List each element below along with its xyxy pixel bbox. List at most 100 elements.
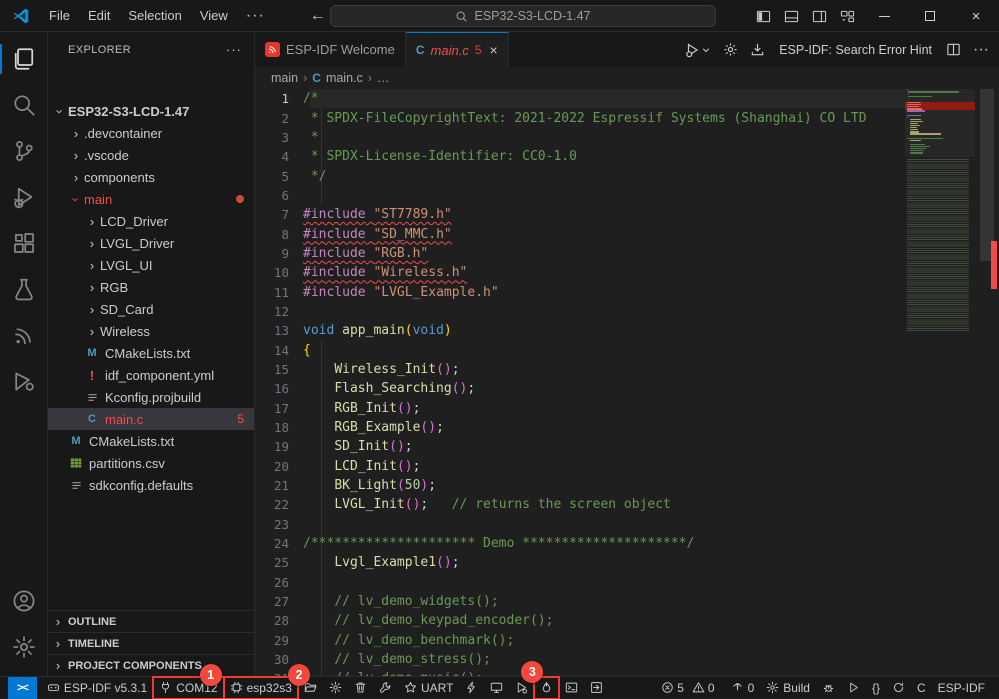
line-number[interactable]: 18: [255, 420, 303, 435]
explorer-more-button[interactable]: ···: [226, 42, 242, 57]
breadcrumb-folder[interactable]: main: [271, 71, 298, 85]
tree-item-esp32-s3-lcd-1-47[interactable]: ›ESP32-S3-LCD-1.47: [48, 100, 254, 122]
status-monitor-device[interactable]: [484, 677, 509, 699]
layout-grid-icon[interactable]: [833, 0, 861, 32]
section-outline[interactable]: ›OUTLINE: [48, 610, 254, 632]
status-flash-method[interactable]: UART: [398, 677, 459, 699]
line-number[interactable]: 6: [255, 188, 303, 203]
code-line[interactable]: 1/*: [255, 89, 999, 108]
line-number[interactable]: 16: [255, 381, 303, 396]
line-number[interactable]: 19: [255, 439, 303, 454]
code-line[interactable]: 26: [255, 573, 999, 592]
code-line[interactable]: 5 */: [255, 166, 999, 185]
code-line[interactable]: 23: [255, 515, 999, 534]
line-number[interactable]: 24: [255, 536, 303, 551]
scrollbar-thumb[interactable]: [980, 89, 994, 261]
line-number[interactable]: 5: [255, 169, 303, 184]
tab-esp-idf-welcome[interactable]: ESP-IDF Welcome: [255, 32, 406, 67]
gear-icon[interactable]: [719, 38, 742, 62]
breadcrumb[interactable]: main › C main.c › …: [255, 67, 999, 89]
line-number[interactable]: 2: [255, 111, 303, 126]
code-line[interactable]: 19 SD_Init();: [255, 437, 999, 456]
code-line[interactable]: 2 * SPDX-FileCopyrightText: 2021-2022 Es…: [255, 108, 999, 127]
panel-bottom-icon[interactable]: [777, 0, 805, 32]
menu-selection[interactable]: Selection: [119, 0, 190, 32]
code-line[interactable]: 24/********************* Demo **********…: [255, 534, 999, 553]
code-line[interactable]: 8#include "SD_MMC.h": [255, 224, 999, 243]
status-run-task[interactable]: [841, 677, 866, 699]
status-build-wrench[interactable]: [373, 677, 398, 699]
tree-item-main-c[interactable]: Cmain.c5: [48, 408, 254, 430]
code-line[interactable]: 21 BK_Light(50);: [255, 476, 999, 495]
line-number[interactable]: 12: [255, 304, 303, 319]
breadcrumb-file[interactable]: main.c: [326, 71, 363, 85]
code-line[interactable]: 14{: [255, 340, 999, 359]
code-line[interactable]: 27 // lv_demo_widgets();: [255, 592, 999, 611]
section-project-components[interactable]: ›PROJECT COMPONENTS: [48, 654, 254, 676]
explorer-icon[interactable]: [0, 36, 47, 82]
code-line[interactable]: 6: [255, 186, 999, 205]
tree-item-main[interactable]: ›main: [48, 188, 254, 210]
code-line[interactable]: 9#include "RGB.h": [255, 244, 999, 263]
code-line[interactable]: 31 // lv_demo_music();: [255, 669, 999, 676]
code-line[interactable]: 25 Lvgl_Example1();: [255, 553, 999, 572]
status-flash[interactable]: [459, 677, 484, 699]
tree-item-lcd-driver[interactable]: ›LCD_Driver: [48, 210, 254, 232]
testing-icon[interactable]: [0, 266, 47, 312]
status-build-flash-monitor[interactable]: 3: [534, 677, 559, 699]
line-number[interactable]: 21: [255, 478, 303, 493]
status-problems[interactable]: 50: [655, 677, 724, 699]
status-language-mode[interactable]: C: [911, 677, 932, 699]
tree-item-components[interactable]: ›components: [48, 166, 254, 188]
code-line[interactable]: 20 LCD_Init();: [255, 457, 999, 476]
code-line[interactable]: 18 RGB_Example();: [255, 418, 999, 437]
code-line[interactable]: 22 LVGL_Init(); // returns the screen ob…: [255, 495, 999, 514]
line-number[interactable]: 22: [255, 497, 303, 512]
espressif-tools-icon[interactable]: [0, 358, 47, 404]
line-number[interactable]: 8: [255, 227, 303, 242]
line-number[interactable]: 14: [255, 343, 303, 358]
line-number[interactable]: 10: [255, 265, 303, 280]
vertical-scrollbar[interactable]: [975, 89, 999, 676]
line-number[interactable]: 17: [255, 401, 303, 416]
code-line[interactable]: 30 // lv_demo_stress();: [255, 650, 999, 669]
line-number[interactable]: 11: [255, 285, 303, 300]
minimap[interactable]: [905, 89, 975, 676]
tree-item-partitions-csv[interactable]: partitions.csv: [48, 452, 254, 474]
line-number[interactable]: 25: [255, 555, 303, 570]
source-control-icon[interactable]: [0, 128, 47, 174]
section-timeline[interactable]: ›TIMELINE: [48, 632, 254, 654]
nav-back-icon[interactable]: ←: [310, 7, 326, 25]
line-number[interactable]: 26: [255, 575, 303, 590]
tree-item-rgb[interactable]: ›RGB: [48, 276, 254, 298]
code-line[interactable]: 4 * SPDX-License-Identifier: CC0-1.0: [255, 147, 999, 166]
search-icon[interactable]: [0, 82, 47, 128]
status-esp-idf-menu[interactable]: ESP-IDF: [932, 677, 991, 699]
panel-left-icon[interactable]: [749, 0, 777, 32]
menu-file[interactable]: File: [40, 0, 79, 32]
status-terminal[interactable]: [559, 677, 584, 699]
run-or-debug-button[interactable]: [681, 38, 715, 62]
tree-item--devcontainer[interactable]: ›.devcontainer: [48, 122, 254, 144]
tree-item-cmakelists-txt[interactable]: MCMakeLists.txt: [48, 430, 254, 452]
code-line[interactable]: 28 // lv_demo_keypad_encoder();: [255, 611, 999, 630]
status-full-clean[interactable]: [348, 677, 373, 699]
tree-item-lvgl-ui[interactable]: ›LVGL_UI: [48, 254, 254, 276]
editor-more-button[interactable]: ···: [969, 38, 993, 62]
settings-icon[interactable]: [0, 624, 47, 670]
code-line[interactable]: 10#include "Wireless.h": [255, 263, 999, 282]
breadcrumb-more[interactable]: …: [377, 71, 390, 85]
line-number[interactable]: 20: [255, 459, 303, 474]
line-number[interactable]: 13: [255, 323, 303, 338]
code-line[interactable]: 3 *: [255, 128, 999, 147]
tree-item-lvgl-driver[interactable]: ›LVGL_Driver: [48, 232, 254, 254]
run-debug-icon[interactable]: [0, 174, 47, 220]
window-maximize-button[interactable]: [907, 0, 953, 32]
code-line[interactable]: 7#include "ST7789.h": [255, 205, 999, 224]
code-line[interactable]: 29 // lv_demo_benchmark();: [255, 631, 999, 650]
menu-edit[interactable]: Edit: [79, 0, 119, 32]
code-line[interactable]: 17 RGB_Init();: [255, 399, 999, 418]
status-debug-task[interactable]: [816, 677, 841, 699]
line-number[interactable]: 15: [255, 362, 303, 377]
window-close-button[interactable]: ×: [953, 0, 999, 32]
